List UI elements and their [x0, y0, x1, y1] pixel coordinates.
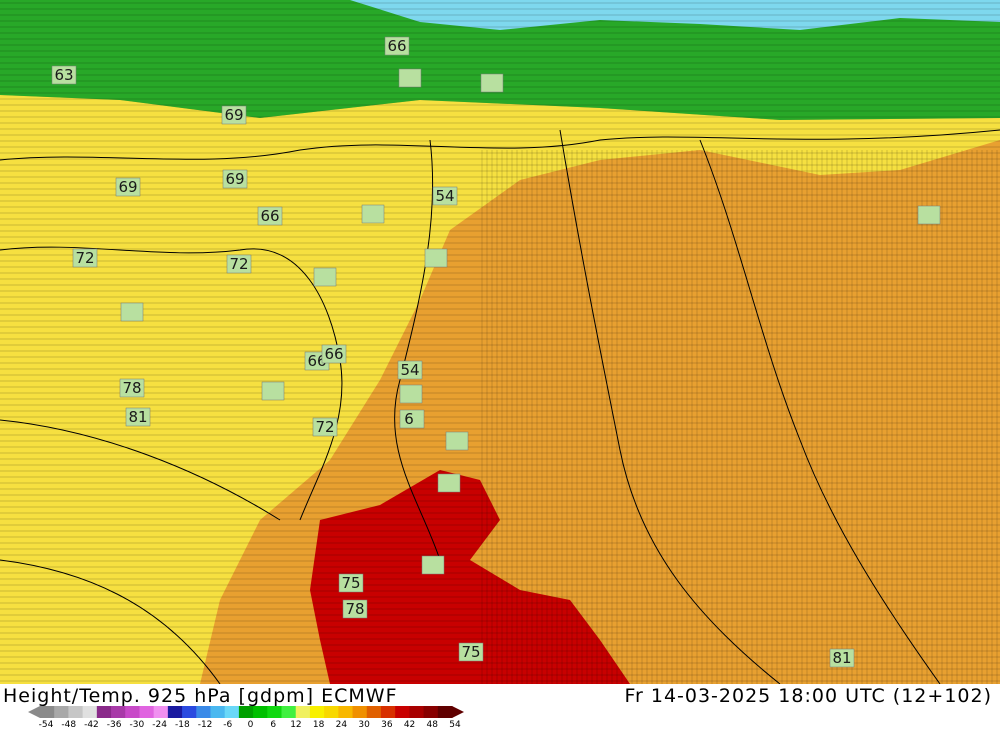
- colorbar-segment: [96, 706, 112, 718]
- height-label: 54: [432, 186, 458, 206]
- colorbar-segment: [437, 706, 453, 718]
- svg-text:69: 69: [225, 170, 244, 188]
- colorbar-segment: [139, 706, 155, 718]
- svg-text:66: 66: [387, 37, 406, 55]
- height-label: 66: [384, 36, 410, 56]
- height-label: 54: [397, 360, 423, 380]
- svg-text:66: 66: [260, 207, 279, 225]
- colorbar-segment: [352, 706, 368, 718]
- colorbar-tick-label: 12: [290, 720, 302, 730]
- colorbar-segment: [82, 706, 98, 718]
- svg-text:69: 69: [118, 178, 137, 196]
- height-label: 75: [338, 573, 364, 593]
- height-label: 78: [119, 378, 145, 398]
- colorbar-segment: [338, 706, 354, 718]
- colorbar-tick-label: -6: [223, 720, 233, 730]
- svg-text:6: 6: [404, 410, 414, 428]
- colorbar-tick-label: 36: [381, 720, 393, 730]
- svg-text:72: 72: [229, 255, 248, 273]
- colorbar-left-arrow: [28, 706, 40, 718]
- colorbar-segment: [324, 706, 339, 718]
- svg-text:54: 54: [400, 361, 419, 379]
- colorbar-segment: [40, 706, 55, 718]
- height-label: 66: [257, 206, 283, 226]
- colorbar-tick-label: 30: [358, 720, 370, 730]
- svg-text:78: 78: [345, 600, 364, 618]
- height-label: 75: [458, 642, 484, 662]
- height-label: 72: [226, 254, 252, 274]
- colorbar-tick-label: 42: [403, 720, 416, 730]
- map-footer: Height/Temp. 925 hPa [gdpm] ECMWF Fr 14-…: [0, 684, 1000, 733]
- valid-time: Fr 14-03-2025 18:00 UTC (12+102): [624, 685, 992, 707]
- colorbar-tick-label: 54: [449, 720, 461, 730]
- colorbar-tick-label: -12: [197, 720, 213, 730]
- colorbar-tick-label: -18: [174, 720, 190, 730]
- colorbar-tick-label: -42: [84, 720, 99, 730]
- weather-map-view: 66 63 69 69 69 66 72 72 54 54 78 81 72 6…: [0, 0, 1000, 733]
- colorbar-segment: [54, 706, 69, 718]
- height-label: 72: [72, 248, 98, 268]
- height-label: 78: [342, 599, 368, 619]
- svg-text:81: 81: [832, 649, 851, 667]
- colorbar-segment: [281, 706, 297, 718]
- colorbar-segment: [395, 706, 410, 718]
- colorbar-tick-label: 24: [335, 720, 348, 730]
- height-label: 72: [312, 417, 338, 437]
- colorbar-segment: [167, 706, 183, 718]
- colorbar-segment: [267, 706, 283, 718]
- height-label: 69: [115, 177, 141, 197]
- colorbar-tick-label: -54: [38, 720, 54, 730]
- colorbar-tick-label: 6: [270, 720, 277, 730]
- svg-text:69: 69: [224, 106, 243, 124]
- colorbar-segment: [366, 706, 382, 718]
- temperature-colorbar: [28, 706, 464, 718]
- colorbar-ticks: -54 -48 -42 -36 -30 -24 -18 -12 -6 0 6 12 18 24 30 36 42…: [0, 720, 1000, 732]
- colorbar-segment: [153, 706, 169, 718]
- colorbar-segment: [68, 706, 84, 718]
- svg-text:66: 66: [324, 345, 343, 363]
- colorbar-segment: [111, 706, 126, 718]
- svg-text:72: 72: [75, 249, 94, 267]
- colorbar-tick-label: -30: [129, 720, 145, 730]
- svg-text:75: 75: [461, 643, 480, 661]
- colorbar-segment: [380, 706, 396, 718]
- colorbar-segment: [182, 706, 197, 718]
- colorbar-segment: [295, 706, 311, 718]
- svg-text:72: 72: [315, 418, 334, 436]
- colorbar-segment: [309, 706, 325, 718]
- height-label: 69: [222, 169, 248, 189]
- colorbar-segment: [125, 706, 140, 718]
- height-label: 66: [321, 344, 347, 364]
- colorbar-segment: [409, 706, 425, 718]
- height-label: 6: [399, 409, 425, 429]
- colorbar-tick-label: 18: [312, 720, 325, 730]
- svg-text:81: 81: [128, 408, 147, 426]
- colorbar-tick-label: 0: [247, 720, 254, 730]
- colorbar-tick-label: -36: [106, 720, 122, 730]
- colorbar-right-arrow: [452, 706, 464, 718]
- svg-text:78: 78: [122, 379, 141, 397]
- colorbar-tick-label: -24: [152, 720, 167, 730]
- colorbar-tick-label: 48: [426, 720, 438, 730]
- svg-text:54: 54: [435, 187, 454, 205]
- isoline-hatching-warm: [480, 150, 1000, 684]
- colorbar-segment: [224, 706, 240, 718]
- colorbar-tick-label: -48: [61, 720, 77, 730]
- svg-text:63: 63: [54, 66, 73, 84]
- height-temperature-map: 66 63 69 69 69 66 72 72 54 54 78 81 72 6…: [0, 0, 1000, 684]
- colorbar-segment: [210, 706, 226, 718]
- colorbar-segment: [196, 706, 211, 718]
- height-label: 81: [829, 648, 855, 668]
- height-label: 63: [51, 65, 77, 85]
- svg-text:75: 75: [341, 574, 360, 592]
- height-label: 69: [221, 105, 247, 125]
- height-label: 81: [125, 407, 151, 427]
- colorbar-segment: [423, 706, 439, 718]
- colorbar-segment: [253, 706, 268, 718]
- colorbar-segment: [238, 706, 254, 718]
